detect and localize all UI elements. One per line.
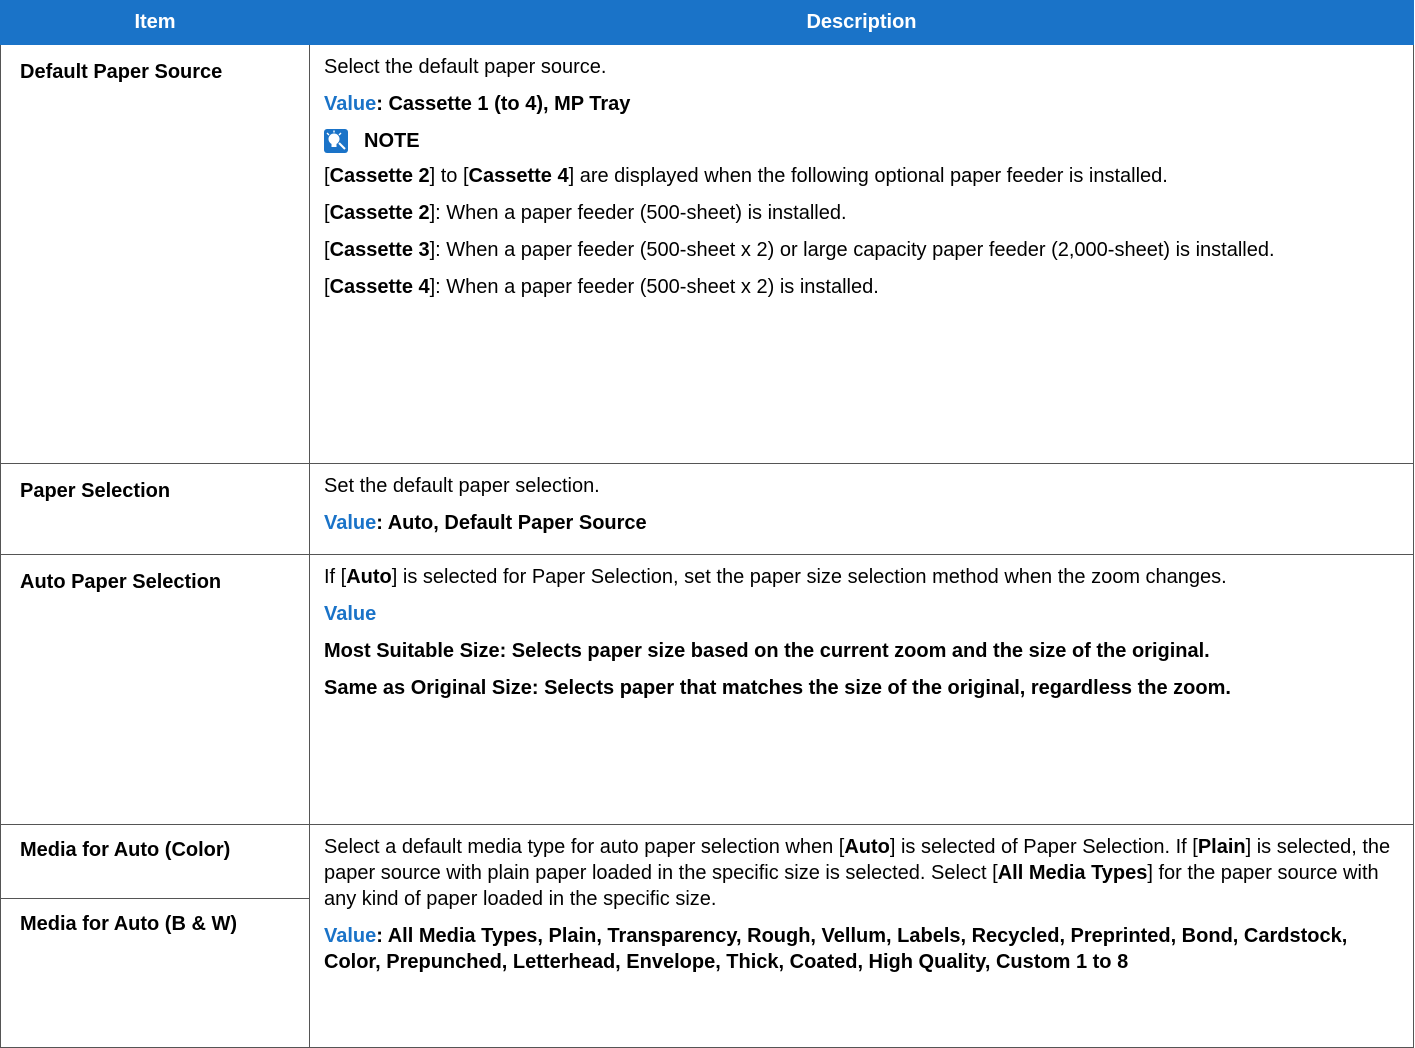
table-row: Paper Selection Set the default paper se… (0, 463, 1414, 555)
desc-text: If [ (324, 566, 347, 588)
desc-text: ] is selected of Paper Selection. If [ (889, 836, 1198, 858)
item-media-for-auto-color: Media for Auto (Color) (20, 839, 231, 861)
description-cell: Select a default media type for auto pap… (309, 824, 1414, 1048)
note-text: ]: When a paper feeder (500-sheet) is in… (429, 202, 847, 224)
table-header-row: Item Description (0, 0, 1414, 45)
desc-text: Select a default media type for auto pap… (324, 836, 845, 858)
description-text: Set the default paper selection. (324, 475, 600, 497)
description-cell: Select the default paper source. Value: … (309, 44, 1414, 464)
settings-table: Item Description Default Paper Source Se… (0, 0, 1414, 1048)
header-description: Description (309, 0, 1414, 45)
value-label: Value (324, 512, 377, 534)
header-item: Item (0, 0, 310, 45)
note-heading: NOTE (324, 128, 1401, 154)
value-line: Value: All Media Types, Plain, Transpare… (324, 923, 1401, 975)
cassette-2-key: Cassette 2 (329, 165, 430, 187)
note-cassette-4: [Cassette 4]: When a paper feeder (500-s… (324, 274, 1401, 300)
option-same-as-original-size: Same as Original Size: Selects paper tha… (324, 677, 1231, 699)
note-text: ]: When a paper feeder (500-sheet x 2) o… (429, 239, 1275, 261)
note-cassette-2: [Cassette 2]: When a paper feeder (500-s… (324, 200, 1401, 226)
description-cell: If [Auto] is selected for Paper Selectio… (309, 554, 1414, 825)
note-lightbulb-icon (324, 129, 348, 153)
table-row: Default Paper Source Select the default … (0, 44, 1414, 464)
item-default-paper-source: Default Paper Source (0, 44, 310, 464)
item-auto-paper-selection: Auto Paper Selection (0, 554, 310, 825)
item-media-for-auto: Media for Auto (Color) Media for Auto (B… (0, 824, 310, 1048)
value-text: : Cassette 1 (to 4), MP Tray (376, 93, 631, 115)
value-label: Value (324, 93, 377, 115)
description-cell: Set the default paper selection. Value: … (309, 463, 1414, 555)
note-text: ] are displayed when the following optio… (568, 165, 1168, 187)
plain-key: Plain (1197, 836, 1246, 858)
table-row: Media for Auto (Color) Media for Auto (B… (0, 824, 1414, 1048)
description-text: Select a default media type for auto pap… (324, 834, 1401, 912)
description-text: Select the default paper source. (324, 56, 607, 78)
note-text: ] to [ (429, 165, 469, 187)
cassette-4-key: Cassette 4 (468, 165, 569, 187)
value-text: : All Media Types, Plain, Transparency, … (324, 925, 1348, 973)
auto-key: Auto (844, 836, 890, 858)
item-media-for-auto-bw: Media for Auto (B & W) (1, 898, 309, 947)
value-text: : Auto, Default Paper Source (376, 512, 647, 534)
cassette-4-key: Cassette 4 (329, 276, 430, 298)
note-cassette-3: [Cassette 3]: When a paper feeder (500-s… (324, 237, 1401, 263)
all-media-types-key: All Media Types (997, 862, 1148, 884)
value-line: Value: Auto, Default Paper Source (324, 510, 1401, 536)
note-title: NOTE (364, 130, 420, 152)
table-row: Auto Paper Selection If [Auto] is select… (0, 554, 1414, 825)
value-label: Value (324, 925, 377, 947)
note-intro: [Cassette 2] to [Cassette 4] are display… (324, 163, 1401, 189)
desc-text: ] is selected for Paper Selection, set t… (391, 566, 1227, 588)
auto-key: Auto (346, 566, 392, 588)
note-text: ]: When a paper feeder (500-sheet x 2) i… (429, 276, 879, 298)
cassette-2-key: Cassette 2 (329, 202, 430, 224)
value-label: Value (324, 603, 377, 625)
value-line: Value: Cassette 1 (to 4), MP Tray (324, 91, 1401, 117)
option-most-suitable-size: Most Suitable Size: Selects paper size b… (324, 640, 1210, 662)
description-text: If [Auto] is selected for Paper Selectio… (324, 564, 1401, 590)
cassette-3-key: Cassette 3 (329, 239, 430, 261)
item-paper-selection: Paper Selection (0, 463, 310, 555)
